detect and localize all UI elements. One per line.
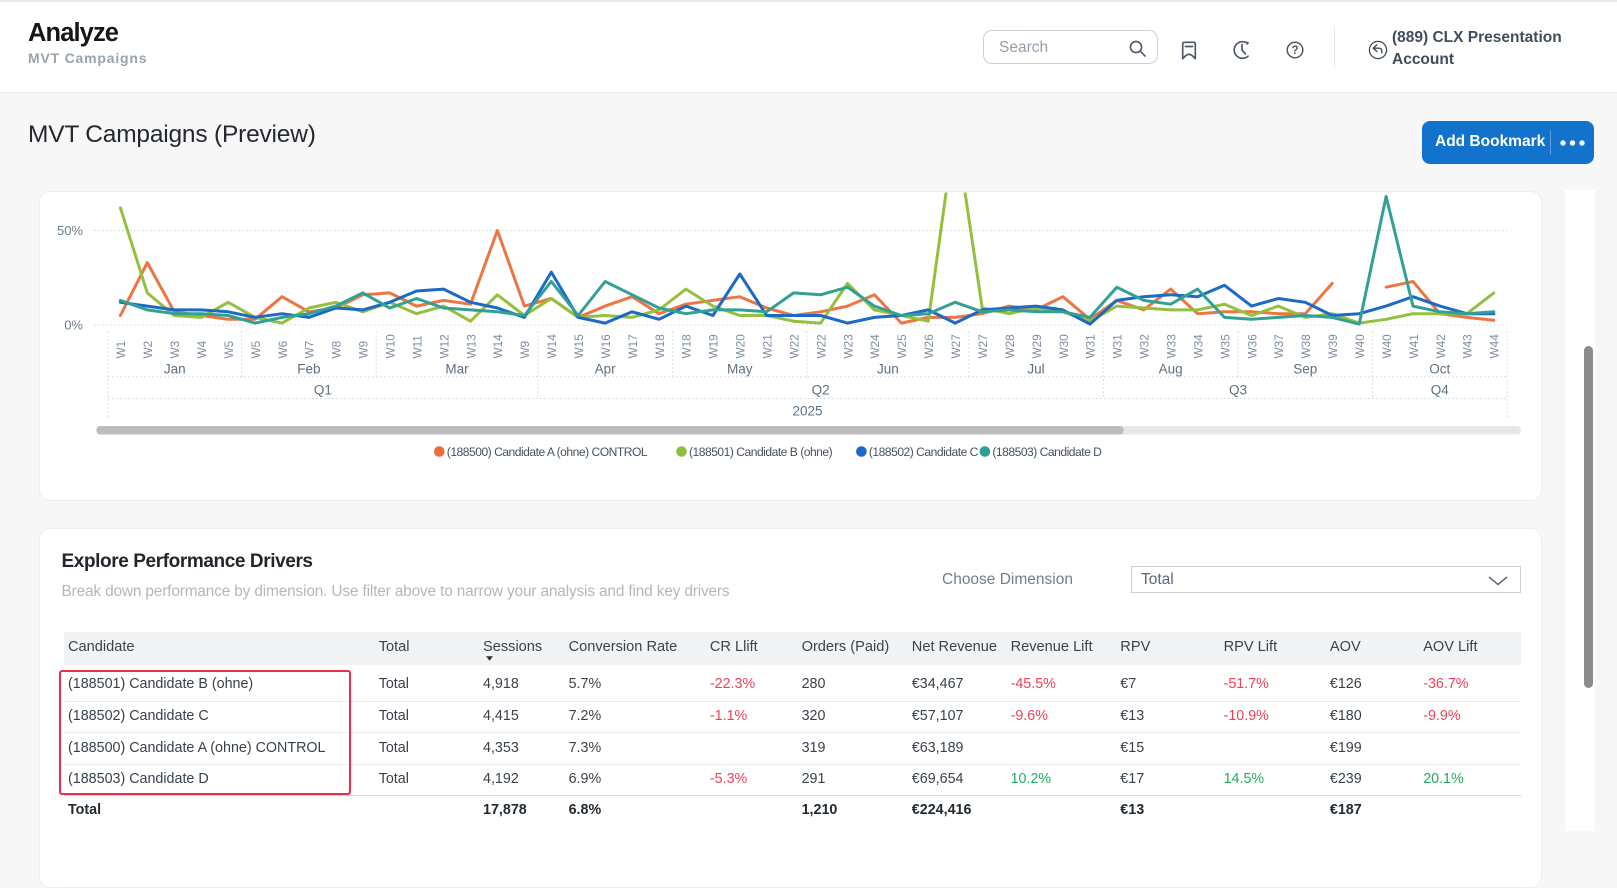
svg-text:W12: W12 [437, 334, 451, 358]
svg-text:W4: W4 [195, 340, 209, 358]
svg-text:W20: W20 [734, 333, 748, 358]
svg-text:Q2: Q2 [812, 382, 830, 397]
svg-text:W35: W35 [1218, 333, 1232, 358]
svg-text:W39: W39 [1326, 334, 1340, 358]
svg-text:Feb: Feb [297, 361, 320, 376]
svg-text:Mar: Mar [445, 361, 469, 376]
svg-text:W22: W22 [814, 334, 828, 358]
svg-text:W26: W26 [922, 333, 936, 358]
svg-text:(188503) Candidate D: (188503) Candidate D [992, 445, 1102, 459]
svg-text:W14: W14 [545, 333, 559, 358]
svg-text:W15: W15 [572, 333, 586, 358]
svg-text:W14: W14 [491, 333, 505, 358]
svg-text:W29: W29 [1030, 334, 1044, 358]
svg-text:W34: W34 [1191, 333, 1205, 358]
svg-text:Jan: Jan [164, 361, 186, 376]
svg-text:W16: W16 [599, 333, 613, 358]
svg-text:W5: W5 [222, 340, 236, 358]
svg-text:(188500) Candidate A (ohne) CO: (188500) Candidate A (ohne) CONTROL [447, 445, 648, 459]
svg-text:W24: W24 [868, 333, 882, 358]
svg-text:Jun: Jun [877, 361, 899, 376]
svg-text:Apr: Apr [595, 361, 617, 376]
svg-text:W9: W9 [518, 340, 532, 358]
svg-text:W7: W7 [303, 340, 317, 358]
svg-text:W2: W2 [141, 340, 155, 358]
svg-text:W40: W40 [1380, 333, 1394, 358]
svg-text:W18: W18 [680, 333, 694, 358]
svg-text:W31: W31 [1111, 334, 1125, 358]
svg-text:W33: W33 [1165, 333, 1179, 358]
svg-text:Q1: Q1 [314, 382, 332, 397]
svg-text:W8: W8 [330, 340, 344, 358]
svg-text:Aug: Aug [1159, 361, 1183, 376]
svg-text:W21: W21 [761, 334, 775, 358]
svg-text:(188501) Candidate B (ohne): (188501) Candidate B (ohne) [689, 445, 833, 459]
svg-text:W5: W5 [249, 340, 263, 358]
svg-text:W23: W23 [841, 333, 855, 358]
svg-text:Oct: Oct [1429, 361, 1450, 376]
svg-text:W17: W17 [626, 334, 640, 358]
svg-text:W6: W6 [276, 340, 290, 358]
svg-text:W40: W40 [1353, 333, 1367, 358]
svg-text:W3: W3 [168, 340, 182, 358]
svg-text:2025: 2025 [792, 403, 822, 418]
svg-text:Sep: Sep [1293, 361, 1317, 376]
svg-text:Q4: Q4 [1431, 382, 1450, 397]
svg-text:W11: W11 [410, 335, 424, 358]
svg-text:W27: W27 [976, 334, 990, 358]
svg-text:W19: W19 [707, 334, 721, 358]
svg-text:W36: W36 [1245, 333, 1259, 358]
svg-text:0%: 0% [64, 317, 83, 332]
svg-text:W30: W30 [1057, 333, 1071, 358]
svg-text:W44: W44 [1488, 333, 1502, 358]
svg-text:(188502) Candidate C: (188502) Candidate C [869, 445, 979, 459]
svg-text:Q3: Q3 [1229, 382, 1247, 397]
svg-text:W1: W1 [114, 340, 128, 358]
svg-text:W18: W18 [653, 333, 667, 358]
svg-text:Jul: Jul [1027, 361, 1044, 376]
svg-text:W9: W9 [357, 340, 371, 358]
svg-text:W22: W22 [787, 334, 801, 358]
svg-text:W43: W43 [1461, 333, 1475, 358]
svg-text:W13: W13 [464, 333, 478, 358]
svg-text:50%: 50% [57, 223, 83, 238]
svg-text:W28: W28 [1003, 333, 1017, 358]
svg-text:W27: W27 [949, 334, 963, 358]
svg-text:?: ? [1291, 45, 1298, 57]
svg-text:W10: W10 [384, 333, 398, 358]
svg-text:W25: W25 [895, 333, 909, 358]
svg-text:W31: W31 [1084, 334, 1098, 358]
svg-text:W41: W41 [1407, 334, 1421, 358]
svg-text:W37: W37 [1272, 334, 1286, 358]
svg-text:May: May [727, 361, 753, 376]
svg-text:W42: W42 [1434, 334, 1448, 358]
svg-text:W32: W32 [1138, 334, 1152, 358]
svg-text:W38: W38 [1299, 333, 1313, 358]
